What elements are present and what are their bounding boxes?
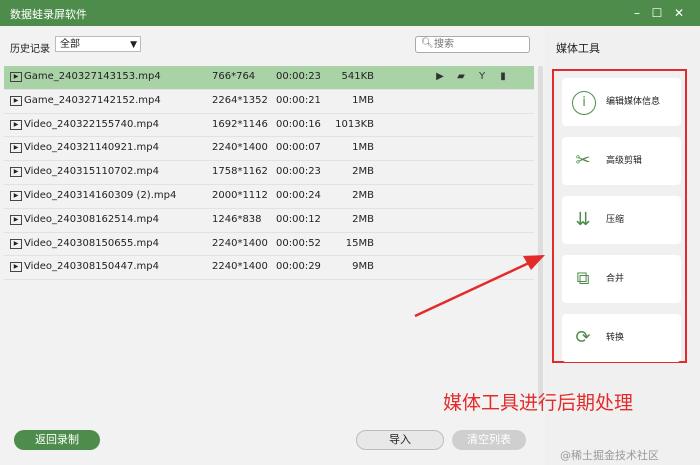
video-file-icon: ▶: [10, 262, 22, 273]
video-file-icon: ▶: [10, 143, 22, 154]
file-row[interactable]: ▶ Game_240327142152.mp4 2264*1352 00:00:21 1…: [4, 90, 534, 114]
file-row[interactable]: ▶ Video_240314160309 (2).mp4 2000*1112 00:0…: [4, 185, 534, 209]
file-size: 15MB: [345, 237, 374, 249]
tool-label: 编辑媒体信息: [606, 97, 661, 107]
scissors-icon: ✂: [575, 150, 591, 171]
file-resolution: 1246*838: [212, 213, 262, 225]
edit-tool-icon[interactable]: Y: [474, 66, 490, 88]
title-bar: 数据蛙录屏软件 – ☐ ✕: [0, 0, 700, 26]
file-duration: 00:00:29: [276, 261, 321, 273]
file-resolution: 2240*1400: [212, 261, 268, 273]
file-duration: 00:00:21: [276, 94, 321, 106]
file-size: 541KB: [341, 71, 374, 82]
tool-label: 高级剪辑: [606, 156, 643, 166]
trash-icon[interactable]: ▮: [495, 66, 511, 88]
clear-list-button[interactable]: 清空列表: [452, 430, 526, 450]
search-icon: 🔍︎: [421, 38, 434, 49]
row-actions: ▶ ▰ Y ▮: [432, 66, 516, 88]
maximize-icon[interactable]: ☐: [648, 4, 666, 22]
file-size: 9MB: [352, 261, 374, 273]
merge-icon: ⧉: [576, 268, 590, 289]
media-tools-highlight: i 编辑媒体信息 ✂ 高级剪辑 ⇊ 压缩 ⧉ 合并 ⟳ 转换: [552, 69, 687, 363]
scrollbar[interactable]: [538, 66, 543, 406]
file-row[interactable]: ▶ Video_240322155740.mp4 1692*1146 00:00:16…: [4, 114, 534, 138]
media-tools-title: 媒体工具: [556, 42, 600, 55]
tool-edit-media-info[interactable]: i 编辑媒体信息: [562, 78, 681, 126]
file-name: Video_240322155740.mp4: [24, 118, 159, 130]
file-resolution: 1758*1162: [212, 166, 268, 178]
file-size: 2MB: [352, 189, 374, 201]
video-file-icon: ▶: [10, 214, 22, 225]
chevron-down-icon: ▼: [130, 40, 137, 50]
tool-label: 合并: [606, 274, 625, 284]
file-duration: 00:00:07: [276, 142, 321, 154]
file-name: Video_240314160309 (2).mp4: [24, 189, 177, 201]
file-row[interactable]: ▶ Video_240315110702.mp4 1758*1162 00:00:23…: [4, 161, 534, 185]
file-row[interactable]: ▶ Video_240321140921.mp4 2240*1400 00:00:07…: [4, 137, 534, 162]
file-name: Video_240321140921.mp4: [24, 142, 159, 154]
search-input[interactable]: [434, 38, 524, 51]
file-resolution: 2240*1400: [212, 142, 268, 154]
tool-advanced-cut[interactable]: ✂ 高级剪辑: [562, 137, 681, 185]
video-file-icon: ▶: [10, 95, 22, 106]
play-icon[interactable]: ▶: [432, 66, 448, 88]
back-to-record-button[interactable]: 返回录制: [14, 430, 100, 450]
file-name: Video_240308150655.mp4: [24, 237, 159, 249]
file-name: Video_240308150447.mp4: [24, 261, 159, 273]
file-size: 2MB: [352, 213, 374, 225]
video-file-icon: ▶: [10, 72, 22, 82]
file-duration: 00:00:12: [276, 213, 321, 225]
file-resolution: 766*764: [212, 71, 256, 82]
search-box[interactable]: 🔍︎: [415, 36, 530, 53]
history-label: 历史记录: [10, 44, 50, 55]
file-list: ▶ Game_240327143153.mp4 766*764 00:00:23 541…: [4, 66, 534, 281]
file-duration: 00:00:23: [276, 166, 321, 178]
video-file-icon: ▶: [10, 167, 22, 178]
tool-merge[interactable]: ⧉ 合并: [562, 255, 681, 303]
tool-compress[interactable]: ⇊ 压缩: [562, 196, 681, 244]
file-duration: 00:00:16: [276, 118, 321, 130]
folder-icon[interactable]: ▰: [453, 66, 469, 88]
filter-value: 全部: [60, 39, 80, 50]
file-name: Game_240327143153.mp4: [24, 71, 161, 82]
file-size: 2MB: [352, 166, 374, 178]
file-duration: 00:00:23: [276, 71, 321, 82]
file-row[interactable]: ▶ Video_240308162514.mp4 1246*838 00:00:12 2…: [4, 209, 534, 233]
file-resolution: 2240*1400: [212, 237, 268, 249]
tool-convert[interactable]: ⟳ 转换: [562, 314, 681, 362]
file-name: Video_240315110702.mp4: [24, 166, 159, 178]
video-file-icon: ▶: [10, 190, 22, 201]
annotation-text: 媒体工具进行后期处理: [443, 392, 634, 414]
convert-icon: ⟳: [575, 327, 591, 348]
tool-label: 压缩: [606, 215, 625, 225]
file-duration: 00:00:24: [276, 189, 321, 201]
file-size: 1013KB: [335, 118, 374, 130]
file-resolution: 2264*1352: [212, 94, 268, 106]
tool-label: 转换: [606, 333, 625, 343]
close-icon[interactable]: ✕: [670, 4, 688, 22]
file-name: Game_240327142152.mp4: [24, 94, 161, 106]
video-file-icon: ▶: [10, 238, 22, 249]
history-filter-select[interactable]: 全部 ▼: [55, 36, 141, 52]
minimize-icon[interactable]: –: [628, 4, 646, 22]
compress-icon: ⇊: [575, 209, 591, 230]
watermark: @稀土掘金技术社区: [560, 449, 659, 462]
info-icon: i: [572, 91, 596, 115]
file-row[interactable]: ▶ Video_240308150655.mp4 2240*1400 00:00:52…: [4, 233, 534, 257]
file-resolution: 1692*1146: [212, 118, 268, 130]
file-size: 1MB: [352, 94, 374, 106]
import-button[interactable]: 导入: [356, 430, 444, 450]
video-file-icon: ▶: [10, 119, 22, 130]
file-row[interactable]: ▶ Game_240327143153.mp4 766*764 00:00:23 541…: [4, 66, 534, 90]
file-duration: 00:00:52: [276, 237, 321, 249]
file-size: 1MB: [352, 142, 374, 154]
window-title: 数据蛙录屏软件: [10, 8, 87, 21]
file-row[interactable]: ▶ Video_240308150447.mp4 2240*1400 00:00:29…: [4, 256, 534, 281]
file-resolution: 2000*1112: [212, 189, 268, 201]
file-name: Video_240308162514.mp4: [24, 213, 159, 225]
